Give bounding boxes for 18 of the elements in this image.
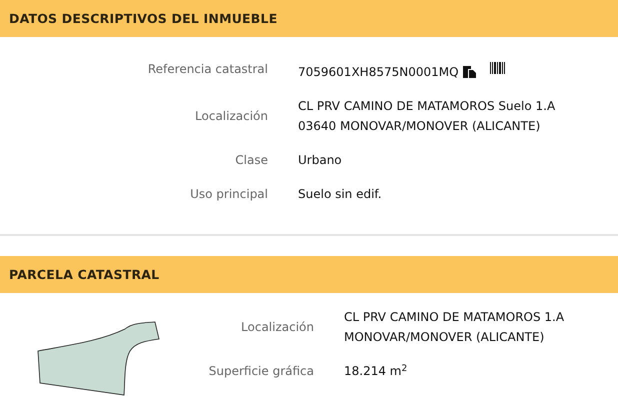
copy-icon[interactable] (462, 65, 476, 78)
field-value: MONOVAR/MONOVER (ALICANTE) (344, 329, 546, 346)
field-value: Suelo sin edif. (298, 187, 382, 201)
field-value: 7059601XH8575N0001MQ (298, 65, 459, 79)
field-label: Referencia catastral (146, 61, 269, 78)
section-title: PARCELA CATASTRAL (9, 267, 160, 282)
field-value: Urbano (298, 153, 342, 167)
field-label: Clase (234, 152, 269, 169)
section-title: DATOS DESCRIPTIVOS DEL INMUEBLE (9, 11, 278, 26)
field-value: 18.214 m$^{2}$ (344, 364, 408, 378)
field-label: Uso principal (189, 186, 269, 203)
field-label: Localización (240, 319, 315, 336)
field-label: Superficie gráfica (208, 363, 315, 380)
barcode-icon[interactable] (490, 62, 505, 74)
field-label: Localización (194, 108, 269, 125)
field-value: 03640 MONOVAR/MONOVER (ALICANTE) (298, 118, 542, 135)
field-value: CL PRV CAMINO DE MATAMOROS 1.A (344, 309, 564, 326)
field-value: CL PRV CAMINO DE MATAMOROS Suelo 1.A (298, 98, 556, 115)
